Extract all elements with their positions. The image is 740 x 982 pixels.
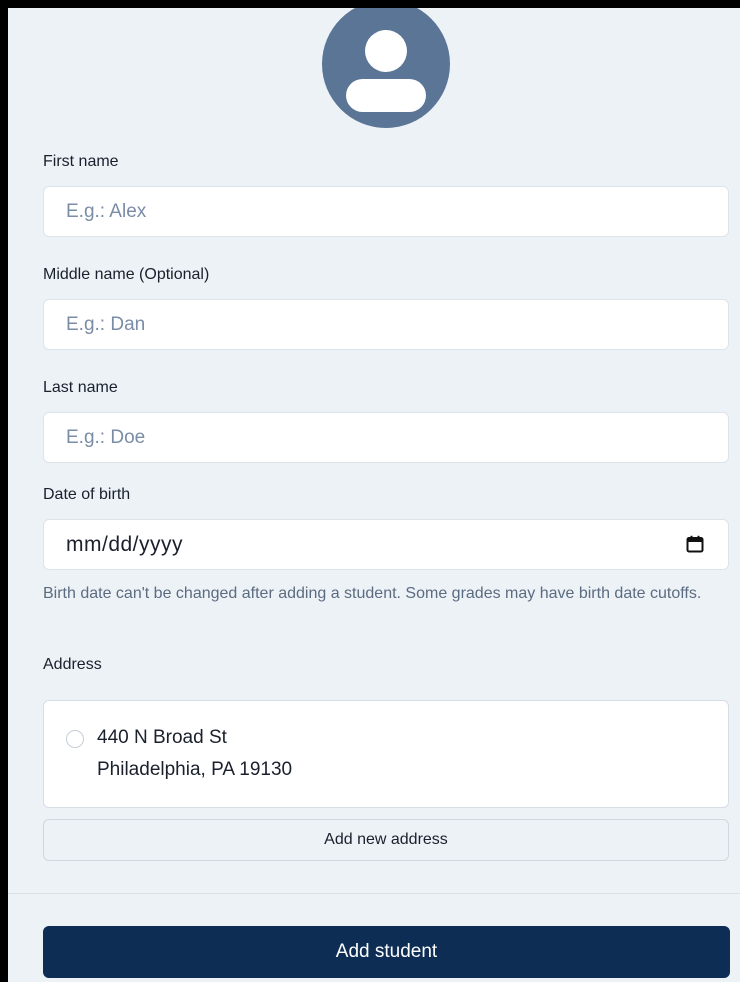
address-line-2: Philadelphia, PA 19130 bbox=[97, 759, 293, 780]
date-of-birth-value: mm/dd/yyyy bbox=[66, 533, 184, 556]
last-name-field[interactable] bbox=[43, 412, 729, 463]
calendar-icon[interactable] bbox=[686, 535, 704, 553]
user-avatar-icon bbox=[346, 30, 426, 112]
avatar bbox=[322, 8, 450, 128]
address-option[interactable]: 440 N Broad St Philadelphia, PA 19130 bbox=[43, 700, 729, 808]
middle-name-label: Middle name (Optional) bbox=[43, 266, 210, 283]
middle-name-field[interactable] bbox=[43, 299, 729, 350]
add-student-button[interactable]: Add student bbox=[43, 926, 730, 978]
date-of-birth-field[interactable]: mm/dd/yyyy bbox=[43, 519, 729, 570]
dob-label: Date of birth bbox=[43, 486, 131, 503]
add-new-address-button[interactable]: Add new address bbox=[43, 819, 729, 861]
divider bbox=[8, 893, 740, 894]
first-name-field[interactable] bbox=[43, 186, 729, 237]
first-name-label: First name bbox=[43, 153, 119, 170]
dob-helper-text: Birth date can't be changed after adding… bbox=[43, 585, 702, 602]
add-student-form: First name Middle name (Optional) Last n… bbox=[0, 0, 740, 982]
address-label: Address bbox=[43, 656, 102, 673]
last-name-label: Last name bbox=[43, 379, 118, 396]
address-line-1: 440 N Broad St bbox=[97, 727, 227, 748]
address-radio[interactable] bbox=[66, 730, 84, 748]
